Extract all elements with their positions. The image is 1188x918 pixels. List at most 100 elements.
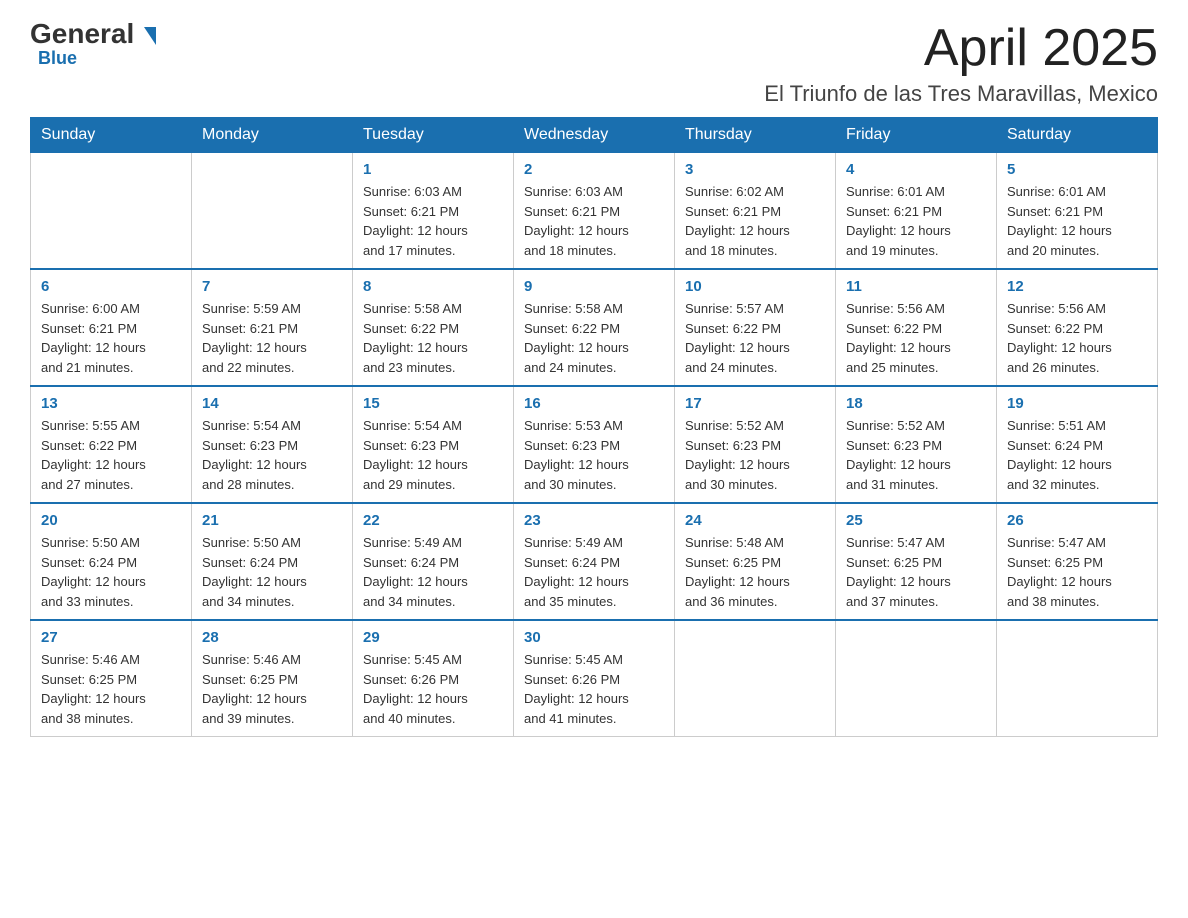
day-number: 14	[202, 395, 342, 412]
day-number: 5	[1007, 161, 1147, 178]
logo: General Blue	[30, 20, 156, 69]
weekday-header-thursday: Thursday	[675, 118, 836, 153]
day-number: 26	[1007, 512, 1147, 529]
day-info: Sunrise: 5:55 AM Sunset: 6:22 PM Dayligh…	[41, 416, 181, 494]
day-info: Sunrise: 5:54 AM Sunset: 6:23 PM Dayligh…	[363, 416, 503, 494]
page-header: General Blue April 2025 El Triunfo de la…	[30, 20, 1158, 107]
day-info: Sunrise: 6:03 AM Sunset: 6:21 PM Dayligh…	[524, 182, 664, 260]
calendar-cell: 7Sunrise: 5:59 AM Sunset: 6:21 PM Daylig…	[192, 269, 353, 386]
weekday-header-saturday: Saturday	[997, 118, 1158, 153]
day-number: 27	[41, 629, 181, 646]
calendar-cell: 5 Sunrise: 6:01 AM Sunset: 6:21 PM Daylig…	[997, 153, 1158, 270]
calendar-cell: 19 Sunrise: 5:51 AM Sunset: 6:24 PM Dayli…	[997, 386, 1158, 503]
calendar-week-3: 13 Sunrise: 5:55 AM Sunset: 6:22 PM Dayli…	[31, 386, 1158, 503]
calendar-cell: 4Sunrise: 6:01 AM Sunset: 6:21 PM Daylig…	[836, 153, 997, 270]
weekday-header-tuesday: Tuesday	[353, 118, 514, 153]
day-number: 16	[524, 395, 664, 412]
calendar-cell: 3 Sunrise: 6:02 AM Sunset: 6:21 PM Daylig…	[675, 153, 836, 270]
location-title: El Triunfo de las Tres Maravillas, Mexic…	[764, 81, 1158, 107]
calendar-table: SundayMondayTuesdayWednesdayThursdayFrid…	[30, 117, 1158, 737]
calendar-week-5: 27 Sunrise: 5:46 AM Sunset: 6:25 PM Dayli…	[31, 620, 1158, 737]
calendar-week-2: 6Sunrise: 6:00 AM Sunset: 6:21 PM Daylig…	[31, 269, 1158, 386]
day-number: 18	[846, 395, 986, 412]
calendar-cell	[836, 620, 997, 737]
calendar-cell: 26Sunrise: 5:47 AM Sunset: 6:25 PM Dayli…	[997, 503, 1158, 620]
calendar-cell: 11 Sunrise: 5:56 AM Sunset: 6:22 PM Dayli…	[836, 269, 997, 386]
day-info: Sunrise: 5:56 AM Sunset: 6:22 PM Dayligh…	[846, 299, 986, 377]
calendar-cell: 21 Sunrise: 5:50 AM Sunset: 6:24 PM Dayli…	[192, 503, 353, 620]
logo-blue-text: Blue	[38, 48, 77, 69]
day-info: Sunrise: 5:58 AM Sunset: 6:22 PM Dayligh…	[363, 299, 503, 377]
day-info: Sunrise: 5:52 AM Sunset: 6:23 PM Dayligh…	[685, 416, 825, 494]
day-number: 3	[685, 161, 825, 178]
day-info: Sunrise: 5:49 AM Sunset: 6:24 PM Dayligh…	[363, 533, 503, 611]
day-info: Sunrise: 6:00 AM Sunset: 6:21 PM Dayligh…	[41, 299, 181, 377]
day-number: 25	[846, 512, 986, 529]
weekday-header-row: SundayMondayTuesdayWednesdayThursdayFrid…	[31, 118, 1158, 153]
calendar-cell: 16 Sunrise: 5:53 AM Sunset: 6:23 PM Dayli…	[514, 386, 675, 503]
day-number: 22	[363, 512, 503, 529]
day-info: Sunrise: 5:57 AM Sunset: 6:22 PM Dayligh…	[685, 299, 825, 377]
day-info: Sunrise: 5:49 AM Sunset: 6:24 PM Dayligh…	[524, 533, 664, 611]
day-number: 17	[685, 395, 825, 412]
calendar-cell: 14Sunrise: 5:54 AM Sunset: 6:23 PM Dayli…	[192, 386, 353, 503]
day-number: 30	[524, 629, 664, 646]
logo-general-text: General	[30, 20, 156, 48]
day-info: Sunrise: 5:45 AM Sunset: 6:26 PM Dayligh…	[524, 650, 664, 728]
day-number: 9	[524, 278, 664, 295]
weekday-header-wednesday: Wednesday	[514, 118, 675, 153]
day-number: 20	[41, 512, 181, 529]
day-number: 21	[202, 512, 342, 529]
day-info: Sunrise: 5:46 AM Sunset: 6:25 PM Dayligh…	[41, 650, 181, 728]
calendar-cell	[31, 153, 192, 270]
day-info: Sunrise: 5:52 AM Sunset: 6:23 PM Dayligh…	[846, 416, 986, 494]
calendar-cell: 6Sunrise: 6:00 AM Sunset: 6:21 PM Daylig…	[31, 269, 192, 386]
calendar-cell	[675, 620, 836, 737]
day-number: 13	[41, 395, 181, 412]
calendar-cell: 24Sunrise: 5:48 AM Sunset: 6:25 PM Dayli…	[675, 503, 836, 620]
day-number: 12	[1007, 278, 1147, 295]
day-number: 24	[685, 512, 825, 529]
day-number: 28	[202, 629, 342, 646]
calendar-cell: 2 Sunrise: 6:03 AM Sunset: 6:21 PM Daylig…	[514, 153, 675, 270]
day-info: Sunrise: 5:56 AM Sunset: 6:22 PM Dayligh…	[1007, 299, 1147, 377]
calendar-cell: 29 Sunrise: 5:45 AM Sunset: 6:26 PM Dayli…	[353, 620, 514, 737]
day-info: Sunrise: 5:51 AM Sunset: 6:24 PM Dayligh…	[1007, 416, 1147, 494]
day-number: 29	[363, 629, 503, 646]
calendar-cell: 10Sunrise: 5:57 AM Sunset: 6:22 PM Dayli…	[675, 269, 836, 386]
calendar-cell: 18 Sunrise: 5:52 AM Sunset: 6:23 PM Dayli…	[836, 386, 997, 503]
day-info: Sunrise: 6:02 AM Sunset: 6:21 PM Dayligh…	[685, 182, 825, 260]
calendar-cell: 17 Sunrise: 5:52 AM Sunset: 6:23 PM Dayli…	[675, 386, 836, 503]
weekday-header-sunday: Sunday	[31, 118, 192, 153]
calendar-cell: 20 Sunrise: 5:50 AM Sunset: 6:24 PM Dayli…	[31, 503, 192, 620]
day-number: 11	[846, 278, 986, 295]
weekday-header-monday: Monday	[192, 118, 353, 153]
day-info: Sunrise: 5:45 AM Sunset: 6:26 PM Dayligh…	[363, 650, 503, 728]
calendar-cell: 15Sunrise: 5:54 AM Sunset: 6:23 PM Dayli…	[353, 386, 514, 503]
day-number: 19	[1007, 395, 1147, 412]
calendar-cell: 12 Sunrise: 5:56 AM Sunset: 6:22 PM Dayli…	[997, 269, 1158, 386]
day-info: Sunrise: 6:01 AM Sunset: 6:21 PM Dayligh…	[846, 182, 986, 260]
calendar-cell: 13 Sunrise: 5:55 AM Sunset: 6:22 PM Dayli…	[31, 386, 192, 503]
calendar-cell: 25 Sunrise: 5:47 AM Sunset: 6:25 PM Dayli…	[836, 503, 997, 620]
calendar-cell: 22 Sunrise: 5:49 AM Sunset: 6:24 PM Dayli…	[353, 503, 514, 620]
calendar-cell: 1Sunrise: 6:03 AM Sunset: 6:21 PM Daylig…	[353, 153, 514, 270]
day-info: Sunrise: 5:47 AM Sunset: 6:25 PM Dayligh…	[846, 533, 986, 611]
weekday-header-friday: Friday	[836, 118, 997, 153]
day-info: Sunrise: 5:53 AM Sunset: 6:23 PM Dayligh…	[524, 416, 664, 494]
calendar-cell: 23Sunrise: 5:49 AM Sunset: 6:24 PM Dayli…	[514, 503, 675, 620]
day-info: Sunrise: 5:46 AM Sunset: 6:25 PM Dayligh…	[202, 650, 342, 728]
calendar-cell: 30 Sunrise: 5:45 AM Sunset: 6:26 PM Dayli…	[514, 620, 675, 737]
calendar-week-4: 20 Sunrise: 5:50 AM Sunset: 6:24 PM Dayli…	[31, 503, 1158, 620]
title-block: April 2025 El Triunfo de las Tres Maravi…	[764, 20, 1158, 107]
calendar-cell: 28 Sunrise: 5:46 AM Sunset: 6:25 PM Dayli…	[192, 620, 353, 737]
day-info: Sunrise: 5:50 AM Sunset: 6:24 PM Dayligh…	[202, 533, 342, 611]
calendar-week-1: 1 Sunrise: 6:03 AM Sunset: 6:21 PM Daylig…	[31, 153, 1158, 270]
day-info: Sunrise: 6:01 AM Sunset: 6:21 PM Dayligh…	[1007, 182, 1147, 260]
day-number: 1	[363, 161, 503, 178]
day-number: 7	[202, 278, 342, 295]
day-number: 2	[524, 161, 664, 178]
calendar-cell: 8Sunrise: 5:58 AM Sunset: 6:22 PM Daylig…	[353, 269, 514, 386]
day-info: Sunrise: 5:50 AM Sunset: 6:24 PM Dayligh…	[41, 533, 181, 611]
calendar-cell	[997, 620, 1158, 737]
